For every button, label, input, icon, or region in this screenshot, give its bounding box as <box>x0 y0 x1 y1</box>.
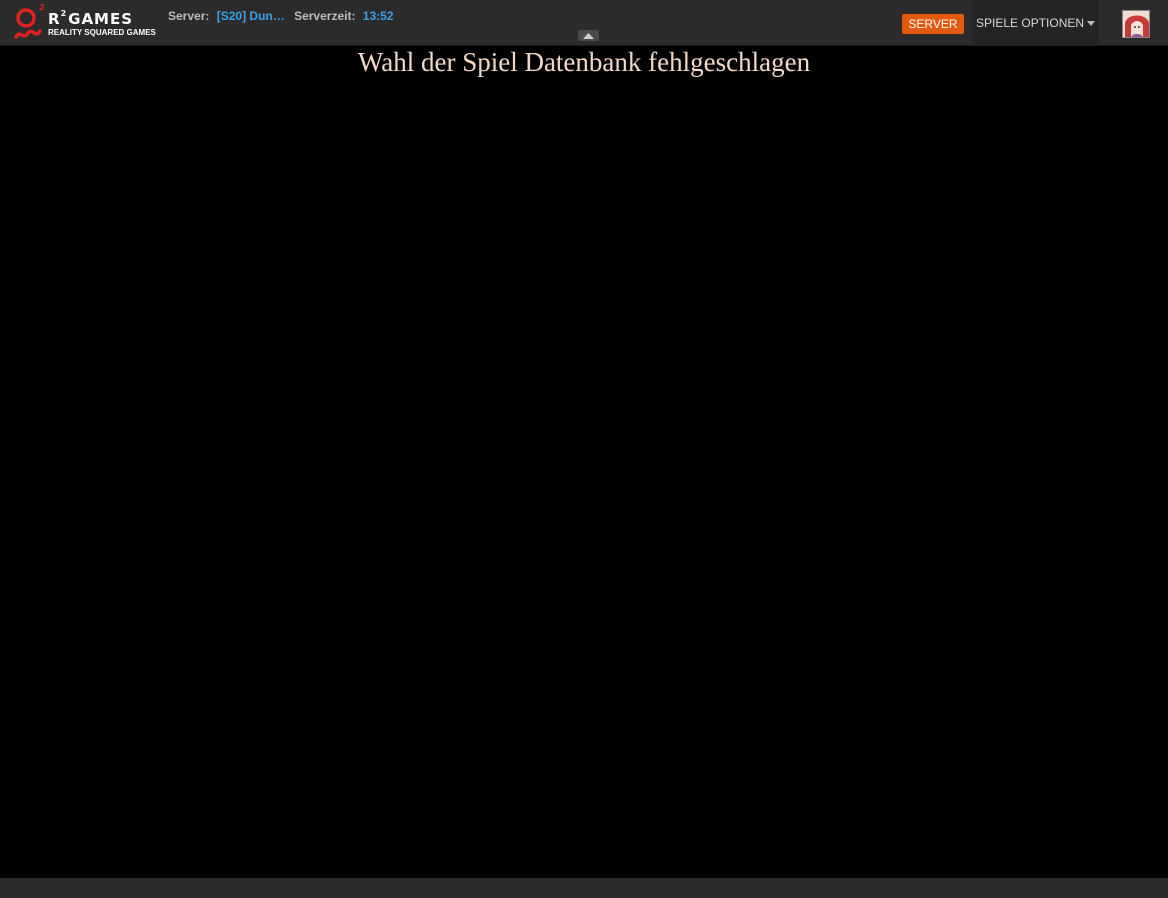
top-bar: 2 R2GAMES REALITY SQUARED GAMES Server: … <box>0 0 1168 46</box>
error-message: Wahl der Spiel Datenbank fehlgeschlagen <box>357 47 811 77</box>
server-label: Server: <box>168 9 210 23</box>
caret-down-icon <box>1087 21 1096 27</box>
triangle-up-icon <box>583 32 594 39</box>
server-time-label: Serverzeit: <box>294 9 356 23</box>
svg-text:2: 2 <box>39 3 45 12</box>
bottom-bar <box>0 878 1168 898</box>
server-info: Server: [S20] Dun… Serverzeit: 13:52 <box>168 9 400 23</box>
logo-brand: R2GAMES <box>48 9 134 28</box>
server-name[interactable]: [S20] Dun… <box>217 9 285 23</box>
server-time: 13:52 <box>362 9 394 23</box>
r2games-logo[interactable]: 2 R2GAMES REALITY SQUARED GAMES <box>12 3 158 43</box>
game-options-menu[interactable]: SPIELE OPTIONEN <box>972 0 1098 46</box>
logo-subtitle: REALITY SQUARED GAMES <box>48 28 156 37</box>
r2-logo-icon: 2 <box>14 3 45 39</box>
collapse-toggle[interactable] <box>578 30 599 41</box>
user-avatar[interactable] <box>1122 10 1150 38</box>
server-button[interactable]: SERVER <box>902 14 964 34</box>
game-options-label: SPIELE OPTIONEN <box>976 16 1085 30</box>
avatar-icon <box>1123 11 1149 37</box>
